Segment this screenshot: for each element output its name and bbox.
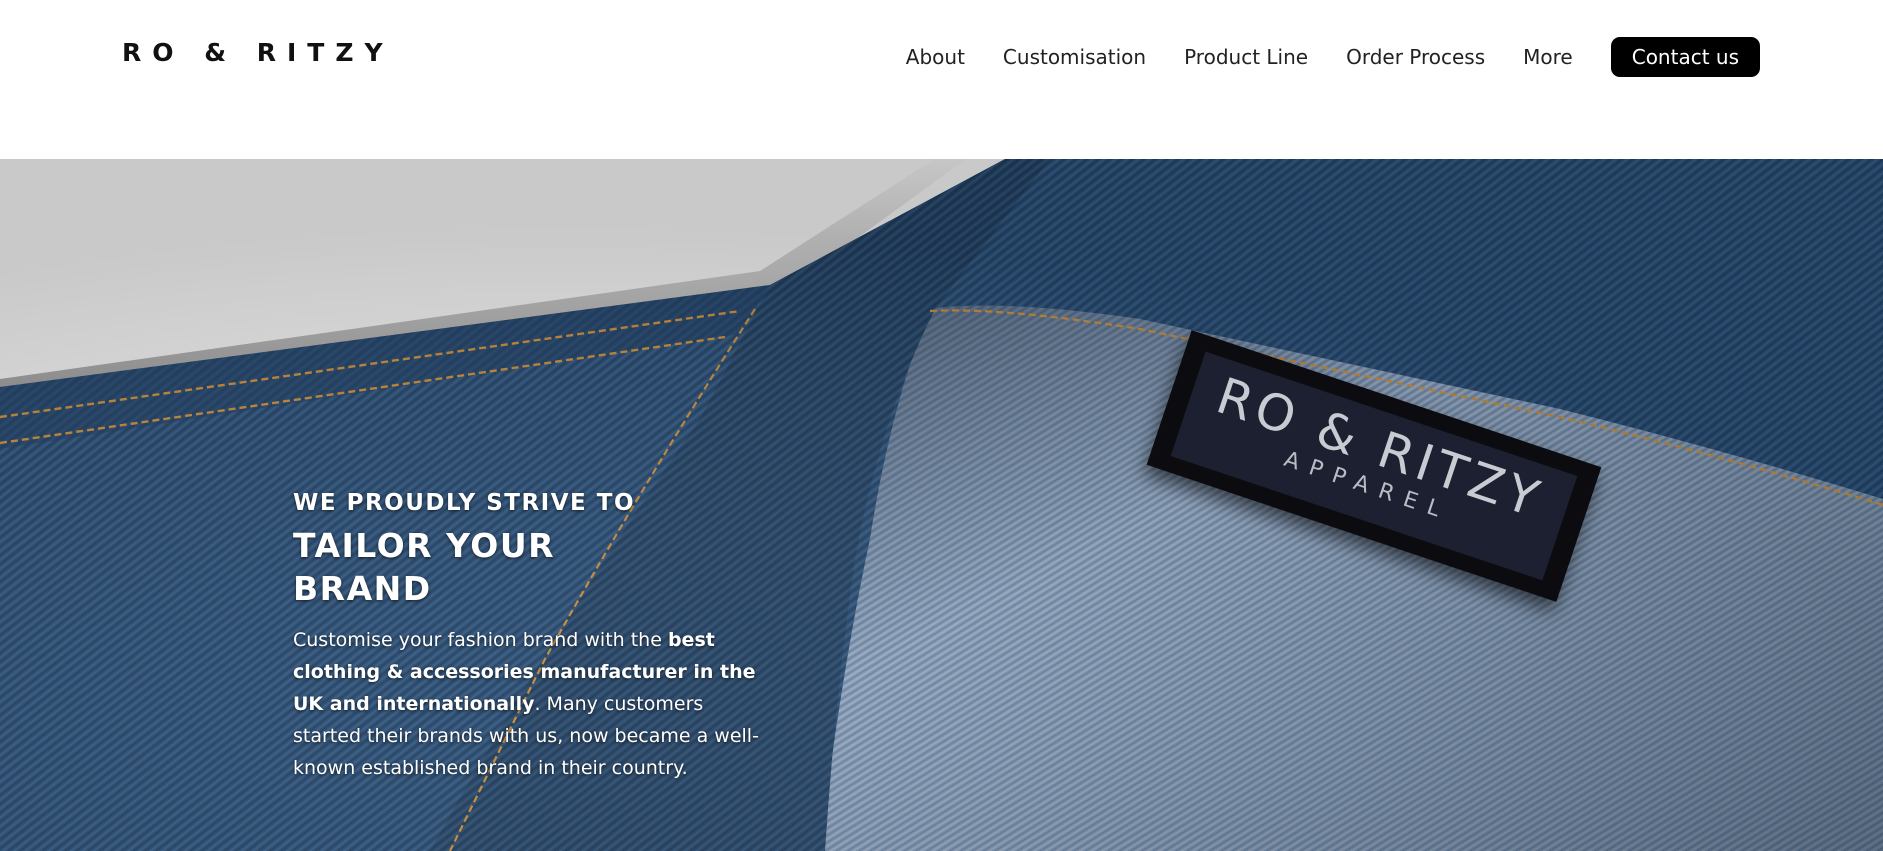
hero-headline: TAILOR YOUR BRAND bbox=[293, 526, 556, 608]
brand-logo[interactable]: RO & RITZY bbox=[122, 38, 394, 67]
hero-description: Customise your fashion brand with the be… bbox=[293, 624, 763, 784]
hero-description-part1: Customise your fashion brand with the bbox=[293, 629, 668, 651]
hero-section: RO & RITZY APPAREL WE PROUDLY STRIVE TO … bbox=[0, 159, 1883, 851]
site-header: RO & RITZY About Customisation Product L… bbox=[0, 0, 1883, 159]
main-nav: About Customisation Product Line Order P… bbox=[906, 37, 1883, 77]
nav-order-process[interactable]: Order Process bbox=[1346, 45, 1485, 69]
denim-jacket-image bbox=[0, 159, 1883, 851]
nav-product-line[interactable]: Product Line bbox=[1184, 45, 1308, 69]
nav-about[interactable]: About bbox=[906, 45, 965, 69]
hero-eyebrow: WE PROUDLY STRIVE TO bbox=[293, 490, 635, 516]
hero-text-block: WE PROUDLY STRIVE TO TAILOR YOUR BRAND C… bbox=[293, 488, 763, 803]
nav-customisation[interactable]: Customisation bbox=[1003, 45, 1146, 69]
nav-more[interactable]: More bbox=[1523, 45, 1573, 69]
contact-us-button[interactable]: Contact us bbox=[1610, 37, 1760, 77]
